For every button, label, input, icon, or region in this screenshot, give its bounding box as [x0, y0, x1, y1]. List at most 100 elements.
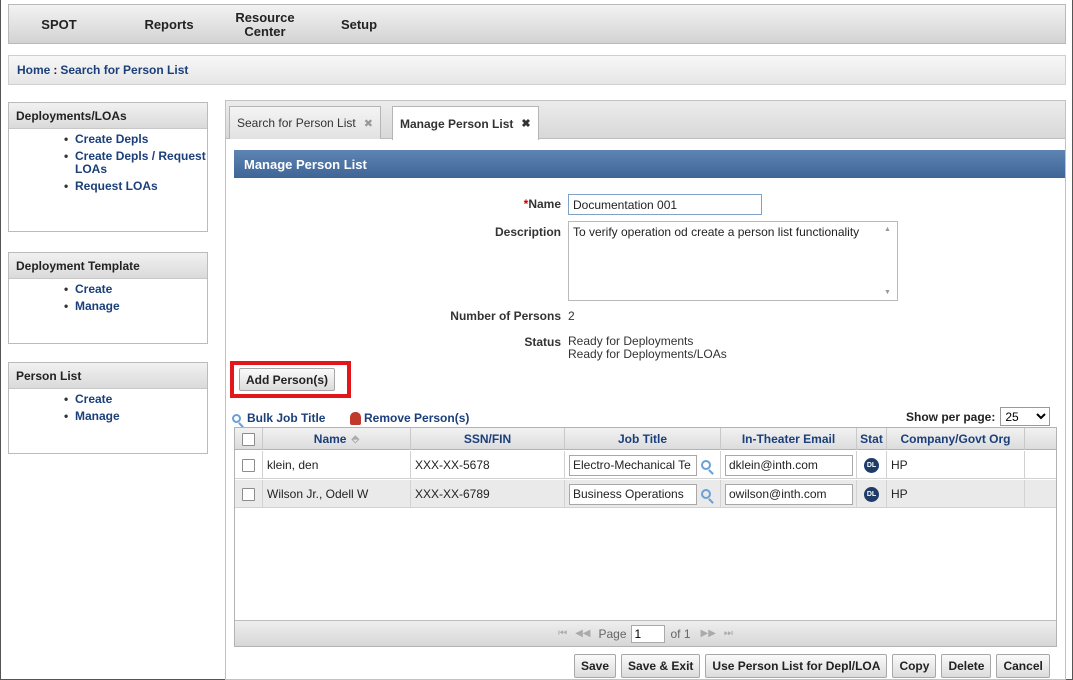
table-row[interactable]: klein, den XXX-XX-5678 Electro-Mechanica…	[235, 451, 1056, 479]
breadcrumb-current: Search for Person List	[60, 63, 189, 77]
sidebar-template-panel: Deployment Template • Create • Manage	[8, 252, 208, 344]
tab-label: Search for Person List	[237, 116, 356, 130]
prev-page-icon[interactable]: ◀◀	[575, 628, 590, 639]
sidebar-item-person-list-manage[interactable]: • Manage	[9, 410, 207, 423]
cell-job-title: Business Operations	[565, 480, 721, 508]
sidebar-item-label: Manage	[75, 409, 120, 423]
select-all-checkbox[interactable]	[242, 432, 255, 446]
nav-setup[interactable]: Setup	[331, 5, 387, 45]
next-page-icon[interactable]: ▶▶	[701, 628, 716, 639]
column-label: Name	[313, 432, 347, 446]
cancel-button[interactable]: Cancel	[996, 654, 1050, 678]
tab-search-person-list[interactable]: Search for Person List ✖	[229, 106, 381, 139]
show-per-page: Show per page: 25	[906, 407, 1051, 426]
remove-person-link[interactable]: Remove Person(s)	[350, 411, 469, 425]
column-header-email[interactable]: In-Theater Email	[721, 428, 857, 450]
column-header-ssn[interactable]: SSN/FIN	[411, 428, 565, 450]
first-page-icon[interactable]: ⏮	[558, 628, 567, 639]
bullet-icon: •	[64, 132, 69, 146]
add-person-highlight: Add Person(s)	[230, 361, 351, 398]
close-icon[interactable]: ✖	[364, 117, 373, 130]
section-title: Manage Person List	[234, 150, 1065, 178]
breadcrumb-home[interactable]: Home	[17, 63, 50, 77]
delete-button[interactable]: Delete	[941, 654, 992, 678]
bulk-job-title-link[interactable]: Bulk Job Title	[232, 411, 325, 425]
cell-name: klein, den	[263, 451, 411, 479]
name-label: *Name	[406, 197, 561, 211]
copy-button[interactable]: Copy	[892, 654, 937, 678]
job-title-input[interactable]: Electro-Mechanical Te	[569, 454, 697, 476]
tab-bar: Search for Person List ✖ Manage Person L…	[226, 101, 1065, 140]
description-scrollbar[interactable]: ▲ ▼	[881, 222, 897, 300]
sidebar-item-label: Create	[75, 282, 113, 296]
last-page-icon[interactable]: ⏭	[724, 628, 733, 639]
nav-reports[interactable]: Reports	[129, 5, 209, 45]
nav-spot[interactable]: SPOT	[23, 5, 95, 45]
close-icon[interactable]: ✖	[521, 117, 530, 130]
number-of-persons-label: Number of Persons	[450, 309, 561, 323]
pager: ⏮ ◀◀ Page of 1 ▶▶ ⏭	[235, 620, 1056, 646]
top-nav: SPOT Reports Resource Center Setup	[8, 4, 1066, 44]
job-title-search-icon[interactable]	[701, 489, 711, 499]
sidebar-template-title: Deployment Template	[9, 253, 207, 279]
sidebar-item-template-create[interactable]: • Create	[9, 283, 207, 296]
sidebar-deployments-panel: Deployments/LOAs • Create Depls • Create D…	[8, 102, 208, 232]
breadcrumb: Home : Search for Person List	[8, 55, 1066, 85]
column-header-name[interactable]: Name ⬘	[263, 428, 411, 450]
cell-job-title: Electro-Mechanical Te	[565, 451, 721, 479]
sidebar-item-label: Create Depls / Request LOAs	[75, 149, 206, 176]
person-grid: Name ⬘ SSN/FIN Job Title In-Theater Emai…	[234, 427, 1057, 647]
email-input[interactable]: dklein@inth.com	[725, 454, 853, 476]
footer-buttons: Save Save & Exit Use Person List for Dep…	[574, 654, 1050, 678]
cell-name: Wilson Jr., Odell W	[263, 480, 411, 508]
row-checkbox[interactable]	[242, 458, 255, 472]
description-textarea[interactable]: To verify operation od create a person l…	[568, 221, 898, 301]
save-button[interactable]: Save	[574, 654, 617, 678]
nav-resource-center[interactable]: Resource Center	[233, 5, 297, 45]
page-number-input[interactable]	[630, 624, 665, 643]
description-label: Description	[494, 225, 561, 239]
email-input[interactable]: owilson@inth.com	[725, 483, 853, 505]
sidebar-item-label: Request LOAs	[75, 179, 158, 193]
status-label: Status	[524, 335, 561, 349]
sidebar-person-list-panel: Person List • Create • Manage	[8, 362, 208, 454]
number-of-persons-value: 2	[568, 309, 575, 323]
column-header-stat[interactable]: Stat	[857, 428, 887, 450]
cell-ssn: XXX-XX-5678	[411, 451, 565, 479]
sort-icon[interactable]: ⬘	[351, 434, 359, 445]
save-exit-button[interactable]: Save & Exit	[621, 654, 701, 678]
job-title-input[interactable]: Business Operations	[569, 483, 697, 505]
sidebar-item-create-depls[interactable]: • Create Depls	[9, 133, 207, 146]
sidebar-item-template-manage[interactable]: • Manage	[9, 300, 207, 313]
cell-org: HP	[887, 480, 1025, 508]
column-header-job-title[interactable]: Job Title	[565, 428, 721, 450]
breadcrumb-separator: :	[53, 63, 58, 77]
remove-person-label: Remove Person(s)	[364, 411, 470, 425]
name-input[interactable]	[568, 194, 762, 215]
main-panel: Search for Person List ✖ Manage Person L…	[225, 100, 1066, 680]
dl-status-icon: DL	[864, 457, 879, 473]
table-row[interactable]: Wilson Jr., Odell W XXX-XX-6789 Business…	[235, 480, 1056, 508]
sidebar-item-person-list-create[interactable]: • Create	[9, 393, 207, 406]
bulk-job-title-label: Bulk Job Title	[247, 411, 326, 425]
bullet-icon: •	[64, 392, 69, 406]
scroll-down-icon[interactable]: ▼	[884, 289, 891, 296]
sidebar-item-request-loas[interactable]: • Request LOAs	[9, 180, 207, 193]
grid-header: Name ⬘ SSN/FIN Job Title In-Theater Emai…	[235, 428, 1056, 450]
show-per-page-select[interactable]: 25	[1000, 407, 1051, 426]
row-checkbox[interactable]	[242, 487, 255, 501]
tab-manage-person-list[interactable]: Manage Person List ✖	[392, 106, 539, 140]
cell-stat: DL	[857, 451, 887, 479]
bullet-icon: •	[64, 149, 69, 163]
column-header-org[interactable]: Company/Govt Org	[887, 428, 1025, 450]
use-person-list-button[interactable]: Use Person List for Depl/LOA	[705, 654, 888, 678]
magnifier-icon	[232, 413, 241, 423]
dl-status-icon: DL	[864, 486, 879, 502]
remove-person-icon	[350, 411, 361, 425]
scroll-up-icon[interactable]: ▲	[884, 226, 891, 233]
add-person-button[interactable]: Add Person(s)	[239, 368, 336, 391]
job-title-search-icon[interactable]	[701, 460, 711, 470]
sidebar-item-create-depls-request-loas[interactable]: • Create Depls / Request LOAs	[9, 150, 207, 176]
row-select-cell	[235, 480, 263, 508]
sidebar-deployments-title: Deployments/LOAs	[9, 103, 207, 129]
